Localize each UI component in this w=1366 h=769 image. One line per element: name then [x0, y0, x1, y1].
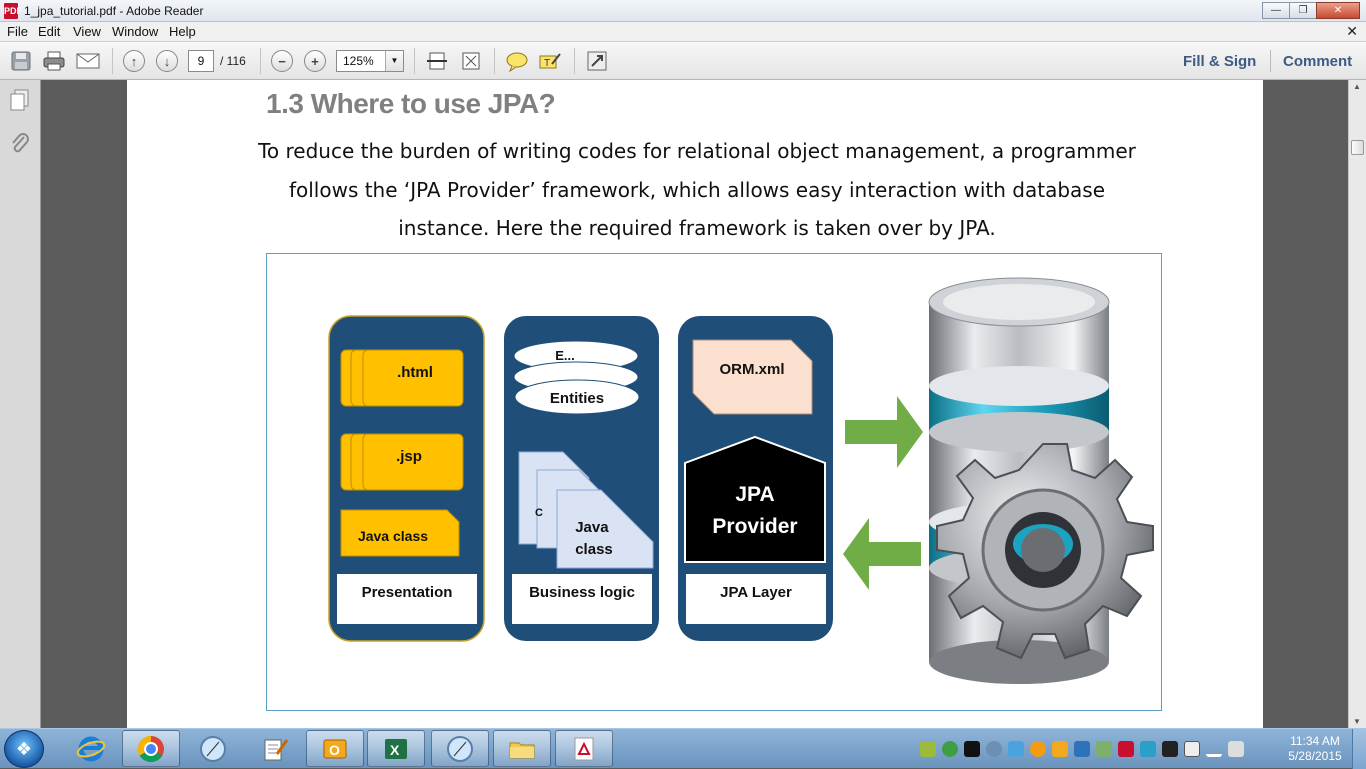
clock[interactable]: 11:34 AM 5/28/2015 — [1282, 734, 1348, 764]
adobe-reader-icon: PDF — [4, 3, 22, 19]
svg-text:T: T — [544, 58, 550, 69]
system-tray — [920, 737, 1280, 761]
excel-icon[interactable]: X — [367, 730, 425, 767]
safari-icon[interactable] — [184, 730, 242, 767]
page-total: / 116 — [220, 54, 246, 68]
navigation-pane — [0, 80, 41, 728]
print-icon[interactable] — [41, 49, 67, 73]
fit-page-icon[interactable] — [458, 49, 484, 73]
window-title: 1_jpa_tutorial.pdf - Adobe Reader — [24, 4, 204, 18]
zoom-select[interactable]: 125% ▼ — [336, 50, 404, 72]
page-thumbnails-icon[interactable] — [8, 88, 32, 112]
close-button[interactable]: ✕ — [1316, 2, 1360, 19]
minimize-button[interactable]: — — [1262, 2, 1290, 19]
tray-bluetooth-icon[interactable] — [1008, 741, 1024, 757]
zoom-value: 125% — [343, 54, 374, 68]
menu-edit[interactable]: Edit — [38, 24, 60, 39]
vertical-scrollbar[interactable]: ▲ ▼ — [1348, 80, 1366, 728]
highlight-text-icon[interactable]: T — [537, 49, 563, 73]
tray-network-globe-icon[interactable] — [986, 741, 1002, 757]
tray-app-icon[interactable] — [1074, 741, 1090, 757]
business-class-word: class — [575, 541, 613, 558]
svg-text:O: O — [329, 742, 340, 758]
arrow-right-icon — [845, 396, 923, 468]
sticky-note-icon[interactable] — [504, 49, 530, 73]
file-explorer-icon[interactable] — [493, 730, 551, 767]
scroll-down-icon[interactable]: ▼ — [1353, 717, 1361, 726]
orm-xml-label: ORM.xml — [719, 361, 784, 378]
menu-view[interactable]: View — [73, 24, 101, 39]
jsp-file-label: .jsp — [396, 448, 422, 465]
start-button[interactable]: ❖ — [4, 730, 44, 768]
tray-adobe-icon[interactable] — [1118, 741, 1134, 757]
business-java-word: Java — [575, 519, 609, 536]
tray-outlook-icon[interactable] — [1052, 741, 1068, 757]
tray-update-icon[interactable] — [1030, 741, 1046, 757]
zoom-out-icon[interactable]: − — [269, 49, 295, 73]
window-title-bar[interactable]: PDF 1_jpa_tutorial.pdf - Adobe Reader — … — [0, 0, 1366, 22]
toolbar: ↑ ↓ 9 / 116 − + 125% ▼ T Fill & Sign Com… — [0, 42, 1366, 80]
scroll-thumb[interactable] — [1351, 140, 1364, 155]
business-logic-panel: E... Entities C Java class Business logi… — [504, 316, 659, 641]
entities-label: Entities — [550, 390, 604, 407]
menu-help[interactable]: Help — [169, 24, 196, 39]
full-screen-icon[interactable] — [584, 49, 610, 73]
chrome-icon[interactable] — [122, 730, 180, 767]
tray-sync-icon[interactable] — [942, 741, 958, 757]
section-paragraph: To reduce the burden of writing codes fo… — [258, 139, 1136, 240]
tray-tool-icon[interactable] — [1096, 741, 1112, 757]
next-page-icon[interactable]: ↓ — [154, 49, 180, 73]
tray-volume-icon[interactable] — [1228, 741, 1244, 757]
show-desktop-button[interactable] — [1352, 729, 1366, 769]
internet-explorer-icon[interactable] — [62, 730, 120, 767]
tray-signal-icon[interactable] — [1206, 741, 1222, 757]
svg-text:X: X — [390, 742, 400, 758]
outlook-icon[interactable]: O — [306, 730, 364, 767]
tray-cloud-icon[interactable] — [1140, 741, 1156, 757]
restore-button[interactable]: ❐ — [1289, 2, 1317, 19]
presentation-label: Presentation — [362, 584, 453, 601]
entity-back-label: E... — [555, 348, 575, 363]
taskbar: ❖ O X 11:34 AM 5/28/2015 — [0, 728, 1366, 769]
jpa-layer-panel: ORM.xml JPA Provider JPA Layer — [678, 316, 833, 641]
fill-sign-tab[interactable]: Fill & Sign — [1183, 53, 1256, 70]
clock-date: 5/28/2015 — [1288, 749, 1342, 763]
previous-page-icon[interactable]: ↑ — [121, 49, 147, 73]
page-number-input[interactable]: 9 — [188, 50, 214, 72]
notepad-icon[interactable] — [245, 730, 303, 767]
comment-tab[interactable]: Comment — [1283, 53, 1352, 70]
scroll-up-icon[interactable]: ▲ — [1353, 82, 1361, 91]
attachments-icon[interactable] — [8, 132, 32, 156]
html-file-label: .html — [397, 364, 433, 381]
database-gear-icon — [928, 277, 1154, 684]
tray-media-icon[interactable] — [964, 741, 980, 757]
jpa-layer-label: JPA Layer — [720, 584, 792, 601]
document-viewport[interactable]: 1.3 Where to use JPA? To reduce the burd… — [41, 80, 1348, 728]
zoom-in-icon[interactable]: + — [302, 49, 328, 73]
menu-file[interactable]: File — [7, 24, 28, 39]
menu-bar: File Edit View Window Help ✕ — [0, 22, 1366, 42]
safari-window-icon[interactable] — [431, 730, 489, 767]
section-heading: 1.3 Where to use JPA? — [266, 88, 556, 119]
tray-security-icon[interactable] — [920, 741, 936, 757]
jpa-architecture-figure: .html .jsp Java class Presentation E... — [266, 253, 1162, 711]
fit-width-icon[interactable] — [424, 49, 450, 73]
class-back-label: C — [535, 507, 543, 519]
jpa-provider-line2: Provider — [712, 515, 797, 538]
pdf-page: 1.3 Where to use JPA? To reduce the burd… — [127, 80, 1263, 728]
java-class-label: Java class — [358, 528, 428, 544]
clock-time: 11:34 AM — [1290, 734, 1340, 748]
presentation-panel: .html .jsp Java class Presentation — [328, 315, 485, 642]
jpa-provider-line1: JPA — [735, 483, 774, 506]
save-icon[interactable] — [8, 49, 34, 73]
email-icon[interactable] — [75, 49, 101, 73]
tray-monitor-icon[interactable] — [1162, 741, 1178, 757]
adobe-reader-taskbar-icon[interactable] — [555, 730, 613, 767]
close-document-icon[interactable]: ✕ — [1346, 23, 1358, 40]
menu-window[interactable]: Window — [112, 24, 158, 39]
chevron-down-icon[interactable]: ▼ — [385, 51, 403, 71]
tray-usb-icon[interactable] — [1184, 741, 1200, 757]
business-logic-label: Business logic — [529, 584, 635, 601]
arrow-left-icon — [843, 518, 921, 590]
